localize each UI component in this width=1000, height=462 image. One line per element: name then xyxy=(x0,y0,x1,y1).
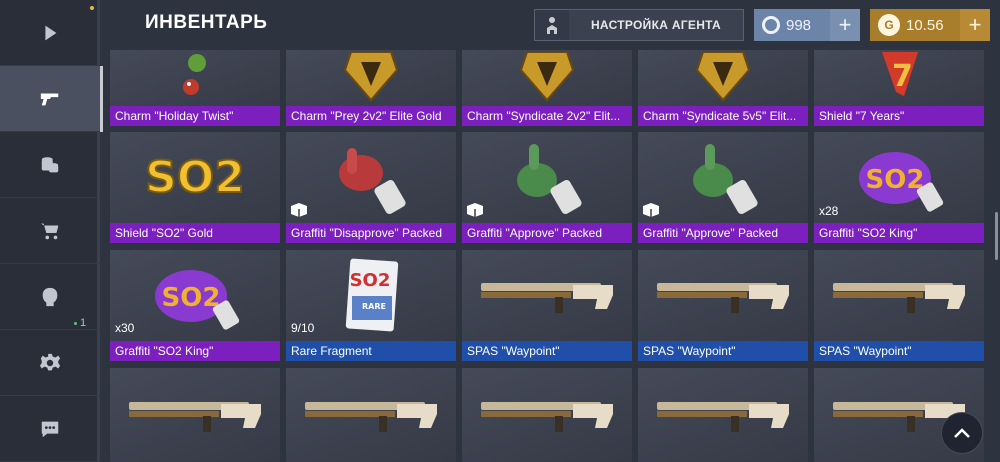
inventory-item[interactable]: Graffiti "Approve" Packed xyxy=(462,132,632,243)
gold-amount: 10.56 xyxy=(906,16,944,34)
page-title: ИНВЕНТАРЬ xyxy=(145,12,268,33)
graffiti-so2-king-icon: SO2 xyxy=(859,151,944,212)
inventory-item[interactable]: 7 Shield "7 Years" xyxy=(814,50,984,126)
sidebar-item-coins[interactable] xyxy=(0,132,100,198)
shield-7-years-icon: 7 xyxy=(882,52,918,96)
graffiti-approve-icon xyxy=(693,143,758,214)
charm-gold-emblem-icon xyxy=(519,52,575,102)
svg-text:SO2: SO2 xyxy=(350,270,391,291)
inventory-grid: Charm "Holiday Twist" Charm "Prey 2v2" E… xyxy=(103,50,1000,462)
inventory-item[interactable] xyxy=(462,368,632,462)
item-name: Shield "7 Years" xyxy=(814,106,984,126)
item-name: Charm "Syndicate 5v5" Elit... xyxy=(638,106,808,126)
chevron-up-icon xyxy=(954,428,970,438)
sidebar: 1 xyxy=(0,0,103,462)
header: ИНВЕНТАРЬ НАСТРОЙКА АГЕНТА 998 + G 10.56… xyxy=(103,0,1000,50)
item-name: Graffiti "Approve" Packed xyxy=(638,223,808,243)
svg-text:RARE: RARE xyxy=(362,302,386,311)
svg-text:SO2: SO2 xyxy=(145,152,245,203)
charm-gold-emblem-icon xyxy=(695,52,751,102)
inventory-item[interactable]: Charm "Syndicate 2v2" Elit... xyxy=(462,50,632,126)
clan-count-badge: 1 xyxy=(73,317,87,329)
shotgun-spas-icon xyxy=(481,402,613,432)
sidebar-item-inventory[interactable] xyxy=(0,66,103,132)
notification-dot xyxy=(90,6,94,10)
item-name: Shield "SO2" Gold xyxy=(110,223,280,243)
clan-icon xyxy=(42,287,58,306)
item-name: SPAS "Waypoint" xyxy=(814,341,984,361)
package-icon xyxy=(467,203,483,217)
shotgun-spas-icon xyxy=(129,402,261,432)
item-quantity: x30 xyxy=(115,321,135,335)
inventory-item[interactable]: Charm "Syndicate 5v5" Elit... xyxy=(638,50,808,126)
charm-holiday-twist-icon xyxy=(183,54,206,95)
agent-settings-button[interactable]: НАСТРОЙКА АГЕНТА xyxy=(534,9,744,41)
inventory-item[interactable]: SPAS "Waypoint" xyxy=(638,250,808,361)
inventory-item[interactable] xyxy=(110,368,280,462)
item-name: Graffiti "SO2 King" xyxy=(814,223,984,243)
graffiti-disapprove-icon xyxy=(339,147,406,214)
silver-coin-icon xyxy=(762,16,780,34)
agent-settings-label: НАСТРОЙКА АГЕНТА xyxy=(590,18,722,32)
rare-fragment-card-icon: SO2 RARE xyxy=(345,258,399,331)
fragment-progress: 9/10 xyxy=(291,321,315,335)
item-name: Charm "Syndicate 2v2" Elit... xyxy=(462,106,632,126)
inventory-item[interactable]: SO2 x30 Graffiti "SO2 King" xyxy=(110,250,280,361)
inventory-item[interactable]: SPAS "Waypoint" xyxy=(814,250,984,361)
shotgun-spas-icon xyxy=(481,282,613,313)
item-name: SPAS "Waypoint" xyxy=(638,341,808,361)
shotgun-spas-icon xyxy=(657,282,789,313)
inventory-item[interactable]: Graffiti "Approve" Packed xyxy=(638,132,808,243)
shotgun-spas-icon xyxy=(305,402,437,432)
silver-amount: 998 xyxy=(786,16,812,34)
svg-text:SO2: SO2 xyxy=(866,165,925,195)
silver-balance: 998 + xyxy=(754,9,860,41)
chat-icon xyxy=(41,421,59,437)
item-name: Charm "Prey 2v2" Elite Gold xyxy=(286,106,456,126)
inventory-item[interactable] xyxy=(638,368,808,462)
svg-text:SO2: SO2 xyxy=(162,283,221,313)
scrollbar[interactable] xyxy=(995,212,998,260)
item-name: Graffiti "SO2 King" xyxy=(110,341,280,361)
graffiti-so2-king-icon: SO2 xyxy=(155,269,240,330)
so2-gold-logo: SO2 xyxy=(145,151,245,204)
item-name: Rare Fragment xyxy=(286,341,456,361)
inventory-item[interactable] xyxy=(286,368,456,462)
gold-coin-icon: G xyxy=(878,14,900,36)
charm-gold-emblem-icon xyxy=(343,52,399,102)
inventory-item[interactable]: SO2 x28 Graffiti "SO2 King" xyxy=(814,132,984,243)
graffiti-approve-icon xyxy=(517,143,582,214)
item-name: Graffiti "Approve" Packed xyxy=(462,223,632,243)
inventory-item[interactable]: Graffiti "Disapprove" Packed xyxy=(286,132,456,243)
inventory-item[interactable]: SO2 Shield "SO2" Gold xyxy=(110,132,280,243)
coins-icon xyxy=(41,156,59,172)
inventory-item[interactable]: SPAS "Waypoint" xyxy=(462,250,632,361)
agent-icon xyxy=(535,10,569,40)
scroll-to-top-button[interactable] xyxy=(941,412,983,454)
item-name: Charm "Holiday Twist" xyxy=(110,106,280,126)
inventory-item[interactable]: Charm "Holiday Twist" xyxy=(110,50,280,126)
gold-balance: G 10.56 + xyxy=(870,9,990,41)
gear-icon xyxy=(39,353,61,370)
add-gold-button[interactable]: + xyxy=(960,9,990,41)
add-silver-button[interactable]: + xyxy=(830,9,860,41)
cart-icon xyxy=(40,223,59,239)
item-name: SPAS "Waypoint" xyxy=(462,341,632,361)
sidebar-item-settings[interactable] xyxy=(0,330,100,396)
inventory-item[interactable]: Charm "Prey 2v2" Elite Gold xyxy=(286,50,456,126)
sidebar-item-shop[interactable] xyxy=(0,198,100,264)
shotgun-spas-icon xyxy=(833,282,965,313)
package-icon xyxy=(643,203,659,217)
pistol-icon xyxy=(40,93,59,105)
item-quantity: x28 xyxy=(819,204,839,218)
svg-text:7: 7 xyxy=(892,59,913,94)
play-icon xyxy=(45,25,57,40)
package-icon xyxy=(291,203,307,217)
item-name: Graffiti "Disapprove" Packed xyxy=(286,223,456,243)
inventory-item[interactable]: SO2 RARE 9/10 Rare Fragment xyxy=(286,250,456,361)
shotgun-spas-icon xyxy=(657,402,789,432)
sidebar-item-play[interactable] xyxy=(0,0,100,66)
sidebar-item-chat[interactable] xyxy=(0,396,100,462)
